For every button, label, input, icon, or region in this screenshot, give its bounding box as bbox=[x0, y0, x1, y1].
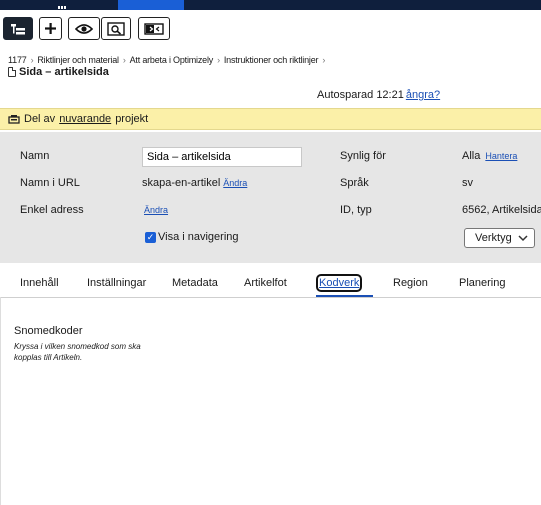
undo-link[interactable]: ångra? bbox=[406, 89, 440, 101]
tools-label: Verktyg bbox=[475, 232, 512, 244]
autosave-status: Autosparad 12:21 ångra? bbox=[317, 89, 440, 101]
current-project-link[interactable]: nuvarande bbox=[59, 113, 111, 125]
chevron-down-icon bbox=[518, 234, 528, 241]
tab-code-systems[interactable]: Kodverk bbox=[315, 274, 363, 292]
document-icon bbox=[8, 67, 16, 77]
tab-settings[interactable]: Inställningar bbox=[87, 277, 146, 289]
apps-grid-icon[interactable] bbox=[58, 0, 70, 9]
language-label: Språk bbox=[340, 177, 369, 189]
breadcrumb: 1177 › Riktlinjer och material › Att arbeta … bbox=[8, 55, 329, 65]
page-title-text: Sida – artikelsida bbox=[19, 66, 109, 78]
tab-article-footer[interactable]: Artikelfot bbox=[244, 277, 287, 289]
tab-metadata[interactable]: Metadata bbox=[172, 277, 218, 289]
tree-icon bbox=[11, 23, 25, 34]
simple-address-label: Enkel adress bbox=[20, 204, 84, 216]
id-type-label: ID, typ bbox=[340, 204, 372, 216]
view-button[interactable] bbox=[68, 17, 100, 40]
url-name-text: skapa-en-artikel bbox=[142, 177, 221, 189]
eye-icon bbox=[75, 23, 93, 34]
project-suffix: projekt bbox=[115, 113, 149, 125]
page-title: Sida – artikelsida bbox=[8, 66, 109, 78]
compare-icon bbox=[144, 22, 164, 35]
page-tree-button[interactable] bbox=[3, 17, 33, 40]
breadcrumb-item[interactable]: Att arbeta i Optimizely bbox=[130, 55, 214, 65]
content-border bbox=[0, 297, 1, 505]
autosave-text: Autosparad 12:21 bbox=[317, 89, 404, 101]
section-description: Kryssa i vilken snomedkod som ska koppla… bbox=[14, 342, 141, 362]
breadcrumb-item[interactable]: 1177 bbox=[8, 55, 27, 65]
chevron-right-icon: › bbox=[322, 55, 326, 65]
compare-button[interactable] bbox=[138, 17, 170, 40]
chevron-right-icon: › bbox=[30, 55, 34, 65]
section-title: Snomedkoder bbox=[14, 325, 83, 337]
active-top-tab[interactable] bbox=[118, 0, 184, 10]
checkmark-icon: ✓ bbox=[145, 231, 156, 243]
breadcrumb-item[interactable]: Riktlinjer och material bbox=[37, 55, 119, 65]
url-name-value: skapa-en-artikel Ändra bbox=[142, 177, 247, 189]
breadcrumb-item[interactable]: Instruktioner och riktlinjer bbox=[224, 55, 319, 65]
url-name-label: Namn i URL bbox=[20, 177, 80, 189]
change-url-link[interactable]: Ändra bbox=[223, 178, 247, 188]
chevron-right-icon: › bbox=[217, 55, 220, 65]
top-navigation-bar bbox=[0, 0, 541, 10]
editor-toolbar bbox=[0, 17, 541, 43]
show-in-navigation-label: Visa i navigering bbox=[158, 231, 239, 243]
tab-planning[interactable]: Planering bbox=[459, 277, 505, 289]
project-icon bbox=[8, 115, 20, 124]
manage-access-link[interactable]: Hantera bbox=[485, 151, 517, 161]
chevron-right-icon: › bbox=[122, 55, 126, 65]
visible-for-label: Synlig för bbox=[340, 150, 386, 162]
tab-bar: Innehåll Inställningar Metadata Artikelf… bbox=[0, 270, 541, 298]
name-label: Namn bbox=[20, 150, 50, 162]
tools-dropdown[interactable]: Verktyg bbox=[464, 228, 535, 248]
id-type-value: 6562, Artikelsida bbox=[462, 204, 541, 216]
preview-button[interactable] bbox=[101, 17, 131, 40]
visible-for-value: Alla Hantera bbox=[462, 150, 517, 162]
change-simple-address-link[interactable]: Ändra bbox=[144, 205, 168, 215]
name-input[interactable] bbox=[142, 147, 302, 167]
show-in-navigation-checkbox[interactable]: ✓ Visa i navigering bbox=[145, 231, 239, 243]
visible-for-text: Alla bbox=[462, 150, 481, 162]
add-button[interactable] bbox=[39, 17, 62, 40]
language-value: sv bbox=[462, 177, 473, 189]
plus-icon bbox=[45, 23, 56, 34]
tab-content[interactable]: Innehåll bbox=[20, 277, 59, 289]
tab-region[interactable]: Region bbox=[393, 277, 428, 289]
project-prefix: Del av bbox=[24, 113, 56, 125]
properties-panel: Namn Namn i URL skapa-en-artikelÄndra En… bbox=[0, 132, 541, 263]
preview-icon bbox=[107, 21, 125, 36]
active-tab-indicator bbox=[316, 295, 373, 297]
project-bar: Del av nuvarande projekt bbox=[0, 108, 541, 130]
